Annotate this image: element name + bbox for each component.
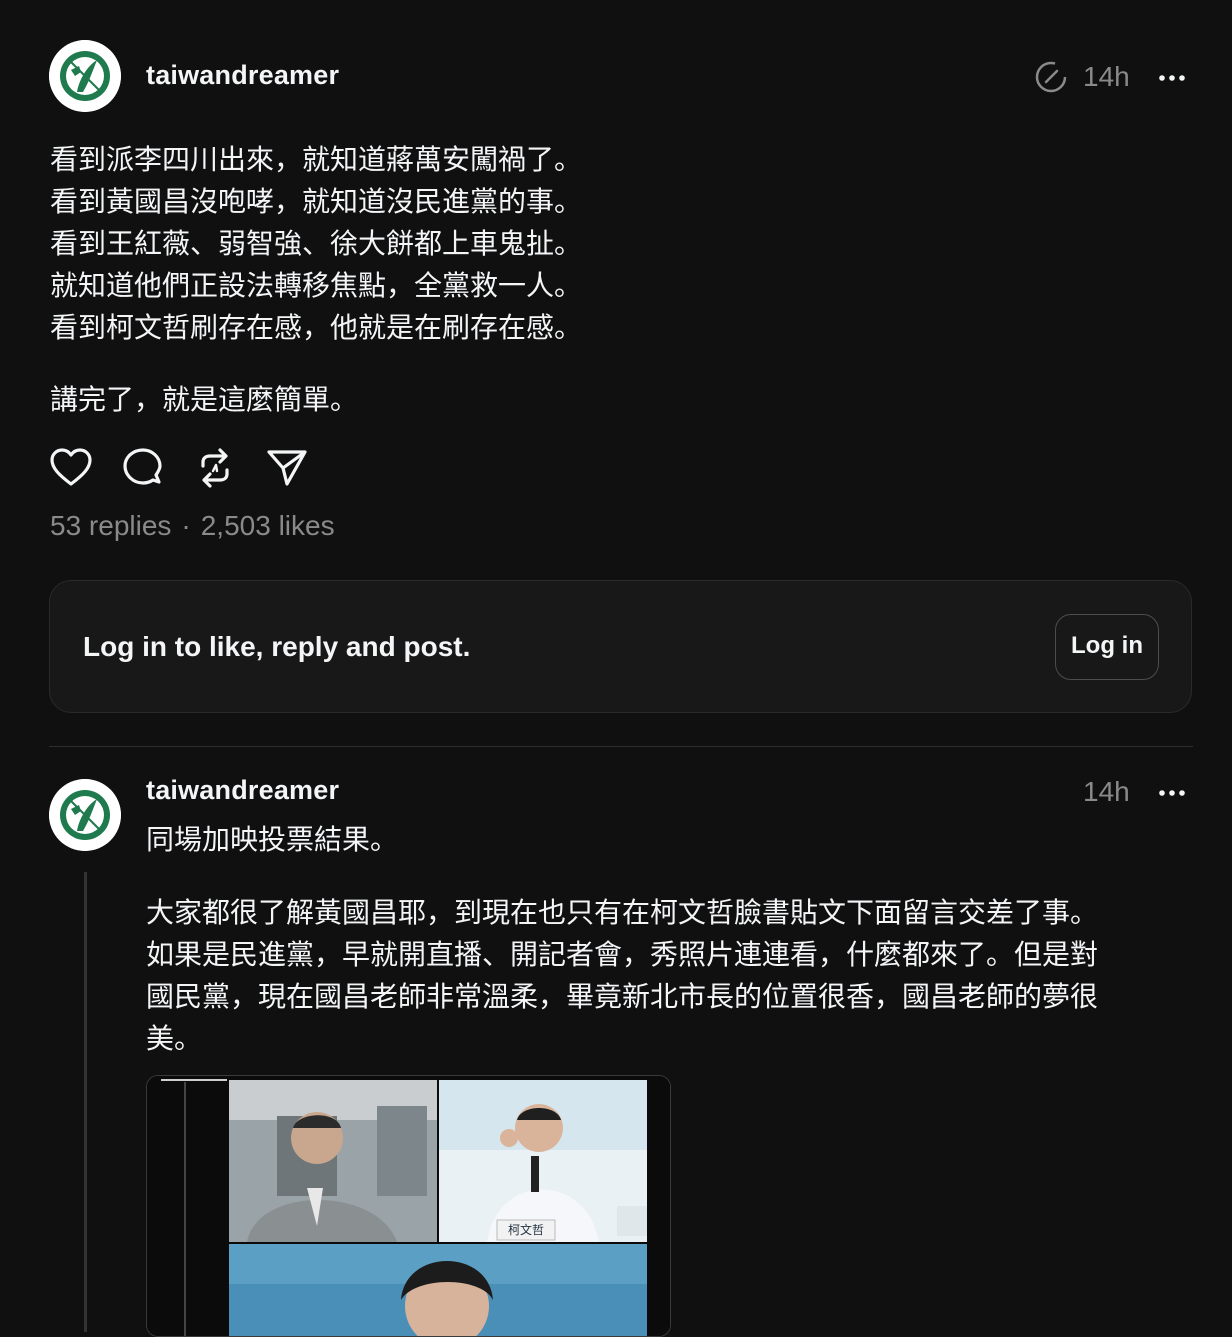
image-caption: 柯文哲 (508, 1222, 544, 1237)
login-prompt-text: Log in to like, reply and post. (83, 631, 471, 662)
share-icon[interactable] (265, 446, 309, 490)
reply-image[interactable]: 柯文哲 (146, 1075, 671, 1337)
post-line: 就知道他們正設法轉移焦點，全黨救一人。 (50, 269, 583, 302)
photo-collage: 柯文哲 (147, 1076, 670, 1336)
post-line: 看到王紅薇、弱智強、徐大餅都上車鬼扯。 (50, 227, 583, 260)
reply-line: 大家都很了解黃國昌耶，到現在也只有在柯文哲臉書貼文下面留言交差了事。 (146, 896, 1099, 929)
login-button[interactable]: Log in (1055, 614, 1159, 680)
heart-icon[interactable] (49, 446, 93, 490)
likes-count[interactable]: 2,503 likes (201, 510, 335, 541)
post-closing: 講完了，就是這麼簡單。 (50, 383, 359, 416)
login-prompt-card: Log in to like, reply and post. Log in (49, 580, 1192, 713)
stats-separator: · (181, 510, 191, 541)
more-icon[interactable] (1158, 72, 1188, 84)
reply-line: 如果是民進黨，早就開直播、開記者會，秀照片連連看，什麼都來了。但是對 (146, 938, 1099, 971)
post-line: 看到派李四川出來，就知道蔣萬安闖禍了。 (50, 143, 583, 176)
username[interactable]: taiwandreamer (146, 775, 339, 806)
replies-count[interactable]: 53 replies (50, 510, 171, 541)
reply-first-line: 同場加映投票結果。 (146, 823, 399, 856)
post-line: 看到黃國昌沒咆哮，就知道沒民進黨的事。 (50, 185, 583, 218)
more-icon[interactable] (1158, 787, 1188, 799)
avatar-logo-icon (49, 40, 121, 112)
post-line: 看到柯文哲刷存在感，他就是在刷存在感。 (50, 311, 583, 344)
comment-icon[interactable] (121, 446, 165, 490)
avatar[interactable] (49, 779, 121, 851)
reply-line: 美。 (146, 1022, 203, 1055)
avatar[interactable] (49, 40, 121, 112)
reply-line: 國民黨，現在國昌老師非常溫柔，畢竟新北市長的位置很香，國昌老師的夢很 (146, 980, 1099, 1013)
reply-time: 14h (1083, 776, 1130, 807)
thread-line (84, 872, 87, 1332)
edited-icon (1035, 61, 1067, 93)
divider (49, 746, 1193, 747)
username[interactable]: taiwandreamer (146, 60, 339, 91)
avatar-logo-icon (49, 779, 121, 851)
repost-icon[interactable] (193, 446, 237, 490)
post-time: 14h (1083, 61, 1130, 92)
post-stats: 53 replies · 2,503 likes (50, 510, 335, 542)
